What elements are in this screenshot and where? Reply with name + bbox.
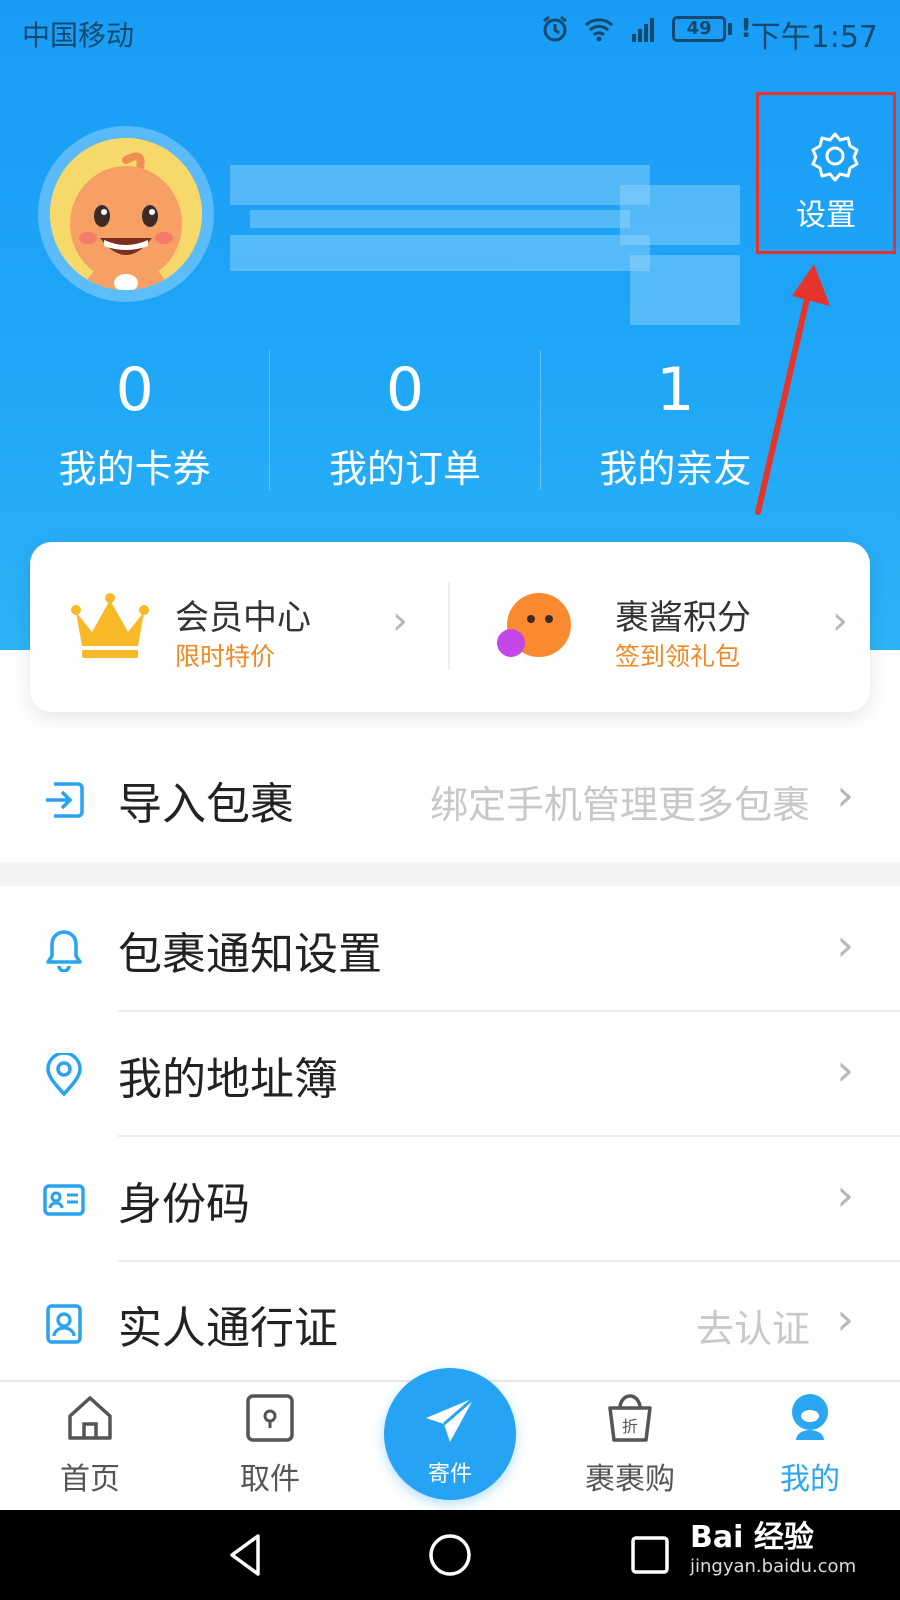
carrier-name: 中国移动	[22, 19, 135, 52]
stat-value: 0	[115, 355, 154, 425]
crown-icon	[71, 593, 149, 658]
back-icon[interactable]	[222, 1530, 272, 1580]
tab-home[interactable]: 首页	[0, 1382, 180, 1512]
chevron-right-icon: ›	[836, 1045, 854, 1096]
stat-friends[interactable]: 1 我的亲友	[541, 350, 810, 500]
chevron-right-icon: ›	[836, 1294, 854, 1345]
tab-label: 裹裹购	[585, 1462, 675, 1497]
paper-plane-icon	[426, 1396, 475, 1442]
stat-label: 我的亲友	[599, 447, 752, 491]
send-package-button[interactable]: 寄件	[384, 1368, 516, 1500]
stat-label: 我的订单	[328, 447, 481, 491]
stats-row: 0 我的卡券 0 我的订单 1 我的亲友	[0, 350, 810, 500]
location-pin-icon	[46, 1053, 82, 1097]
divider	[118, 1135, 900, 1137]
divider	[118, 1010, 900, 1012]
settings-button[interactable]: 设置	[756, 92, 896, 254]
stat-value: 0	[385, 355, 425, 425]
candy-mascot-icon	[497, 593, 571, 657]
settings-label: 设置	[796, 198, 856, 233]
chevron-right-icon: ›	[836, 770, 854, 821]
list-item-label: 包裹通知设置	[118, 929, 382, 980]
points-subtitle: 签到领礼包	[615, 642, 741, 671]
status-icons: 49 !	[540, 14, 752, 44]
stat-label: 我的卡券	[58, 447, 211, 491]
recents-icon[interactable]	[625, 1530, 675, 1580]
section-gap	[0, 862, 900, 886]
home-nav-icon[interactable]	[425, 1530, 475, 1580]
list-item-import-package[interactable]: 导入包裹 绑定手机管理更多包裹 ›	[0, 738, 900, 862]
tab-label: 取件	[240, 1462, 300, 1497]
stat-value: 1	[656, 355, 695, 425]
id-card-icon	[43, 1184, 85, 1216]
list-item-hint: 绑定手机管理更多包裹	[429, 783, 810, 827]
points-title: 裹酱积分	[615, 598, 751, 638]
signal-4g-icon	[632, 18, 655, 42]
home-icon	[68, 1396, 112, 1440]
tab-guoguo-shop[interactable]: 折 裹裹购	[540, 1382, 720, 1512]
stat-orders[interactable]: 0 我的订单	[270, 350, 539, 500]
member-center-subtitle: 限时特价	[175, 642, 276, 671]
list-item-hint: 去认证	[695, 1307, 810, 1351]
list-item-label: 我的地址簿	[118, 1054, 338, 1105]
tab-label: 首页	[60, 1462, 120, 1497]
profile-icon	[792, 1394, 828, 1440]
svg-text:折: 折	[622, 1417, 638, 1436]
list-item-address-book[interactable]: 我的地址簿 ›	[0, 1013, 900, 1137]
mascot-avatar-image	[50, 138, 202, 290]
member-center-entry[interactable]: 会员中心 限时特价 ›	[30, 542, 450, 712]
locker-icon	[246, 1394, 294, 1442]
watermark-brand: Bai 经验	[690, 1520, 814, 1555]
list-item-label: 导入包裹	[118, 779, 294, 830]
gear-icon	[811, 132, 859, 182]
clock: 下午1:57	[750, 20, 878, 55]
person-badge-icon	[46, 1304, 82, 1344]
list-item-identity-code[interactable]: 身份码 ›	[0, 1138, 900, 1262]
alarm-icon	[543, 15, 568, 42]
shopping-bag-icon: 折	[608, 1394, 652, 1442]
chevron-right-icon: ›	[836, 1170, 854, 1221]
avatar[interactable]	[50, 138, 202, 290]
tab-pickup[interactable]: 取件	[180, 1382, 360, 1512]
status-bar: 中国移动 49 ! 下午1:57	[0, 0, 900, 64]
list-item-label: 实人通行证	[118, 1303, 338, 1354]
wifi-icon	[585, 18, 614, 42]
send-label: 寄件	[427, 1462, 472, 1487]
tab-mine[interactable]: 我的	[720, 1382, 900, 1512]
baidu-watermark: Bai 经验 jingyan.baidu.com	[690, 1512, 890, 1594]
member-card: 会员中心 限时特价 › 裹酱积分 签到领礼包 ›	[30, 542, 870, 712]
bell-icon	[46, 930, 82, 972]
battery-level: 49	[672, 16, 727, 42]
profile-page: 中国移动 49 ! 下午1:57 设置 0 我的卡券 0 我的订单 1 我的亲友…	[0, 0, 900, 1600]
list-item-notification-settings[interactable]: 包裹通知设置 ›	[0, 888, 900, 1012]
watermark-url: jingyan.baidu.com	[690, 1556, 857, 1577]
import-icon	[46, 782, 84, 818]
member-center-title: 会员中心	[175, 598, 311, 638]
blurred-username	[230, 165, 775, 340]
tab-label: 我的	[780, 1462, 840, 1497]
stat-coupons[interactable]: 0 我的卡券	[0, 350, 269, 500]
list-item-label: 身份码	[118, 1179, 250, 1230]
chevron-right-icon: ›	[836, 920, 854, 971]
chevron-right-icon: ›	[832, 598, 848, 644]
battery-icon: 49 !	[672, 14, 752, 44]
chevron-right-icon: ›	[392, 598, 408, 644]
